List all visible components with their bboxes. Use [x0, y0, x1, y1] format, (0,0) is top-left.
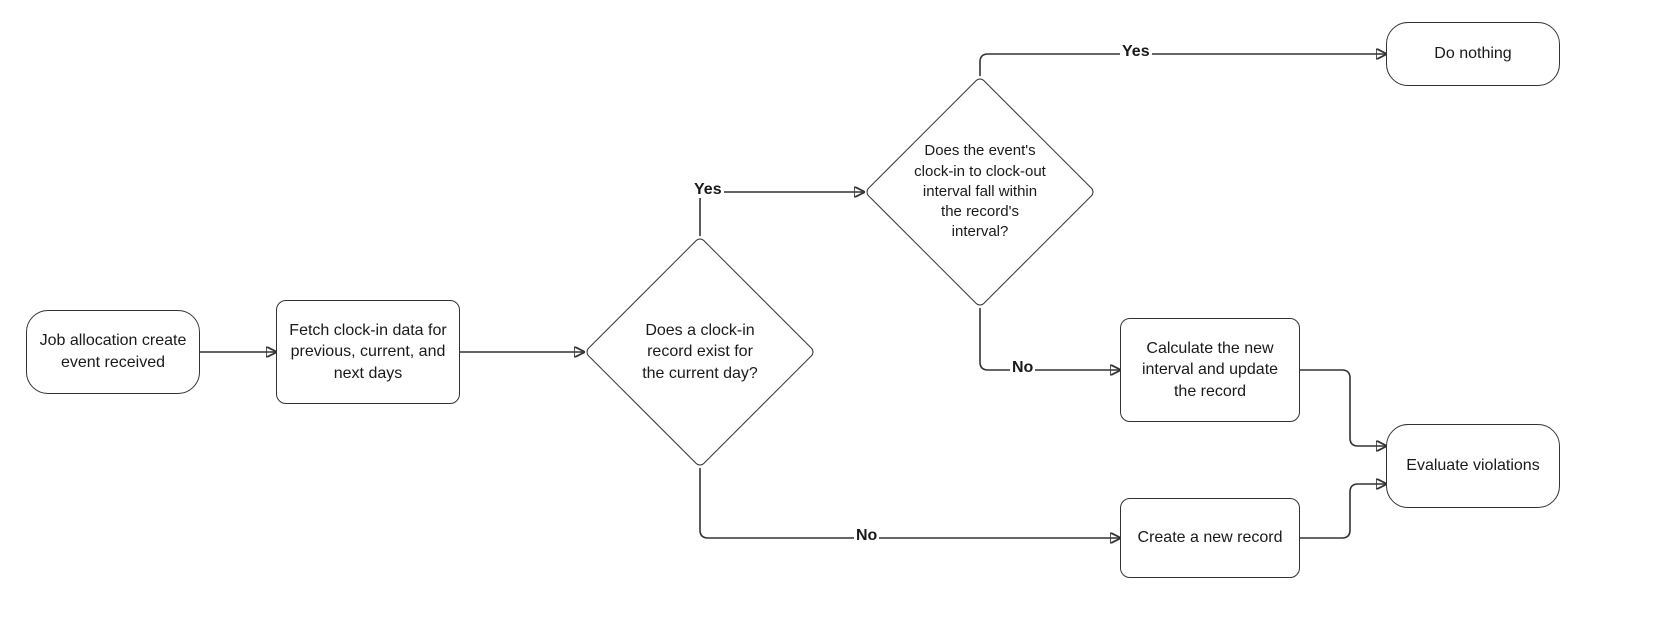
node-evaluate-violations: Evaluate violations [1386, 424, 1560, 508]
text-do-nothing: Do nothing [1434, 43, 1511, 65]
text-start: Job allocation create event received [37, 330, 189, 373]
flowchart-canvas: Yes No Yes No Job allocation create even… [0, 0, 1660, 620]
edge-d1-yes-to-d2 [700, 192, 864, 236]
text-fetch: Fetch clock-in data for previous, curren… [287, 320, 449, 385]
text-d2: Does the event's clock-in to clock-out i… [898, 110, 1062, 274]
text-d1: Does a clock-in record exist for the cur… [618, 270, 782, 434]
node-decision-interval-within: Does the event's clock-in to clock-out i… [898, 110, 1062, 274]
label-d2-yes: Yes [1120, 44, 1152, 60]
edge-d1-no-to-create [700, 468, 1120, 538]
node-do-nothing: Do nothing [1386, 22, 1560, 86]
label-d1-yes: Yes [692, 182, 724, 198]
node-fetch: Fetch clock-in data for previous, curren… [276, 300, 460, 404]
label-d2-no: No [1010, 360, 1035, 376]
edge-calc-to-eval [1300, 370, 1386, 446]
edge-d2-no-to-calc [980, 308, 1120, 370]
edge-d2-yes-to-donothing [980, 54, 1386, 76]
node-calc-update: Calculate the new interval and update th… [1120, 318, 1300, 422]
text-create-record: Create a new record [1138, 527, 1283, 549]
node-start: Job allocation create event received [26, 310, 200, 394]
node-create-record: Create a new record [1120, 498, 1300, 578]
edges-layer [0, 0, 1660, 620]
edge-create-to-eval [1300, 484, 1386, 538]
text-calc-update: Calculate the new interval and update th… [1131, 338, 1289, 403]
label-d1-no: No [854, 528, 879, 544]
text-eval: Evaluate violations [1406, 455, 1539, 477]
node-decision-record-exists: Does a clock-in record exist for the cur… [618, 270, 782, 434]
